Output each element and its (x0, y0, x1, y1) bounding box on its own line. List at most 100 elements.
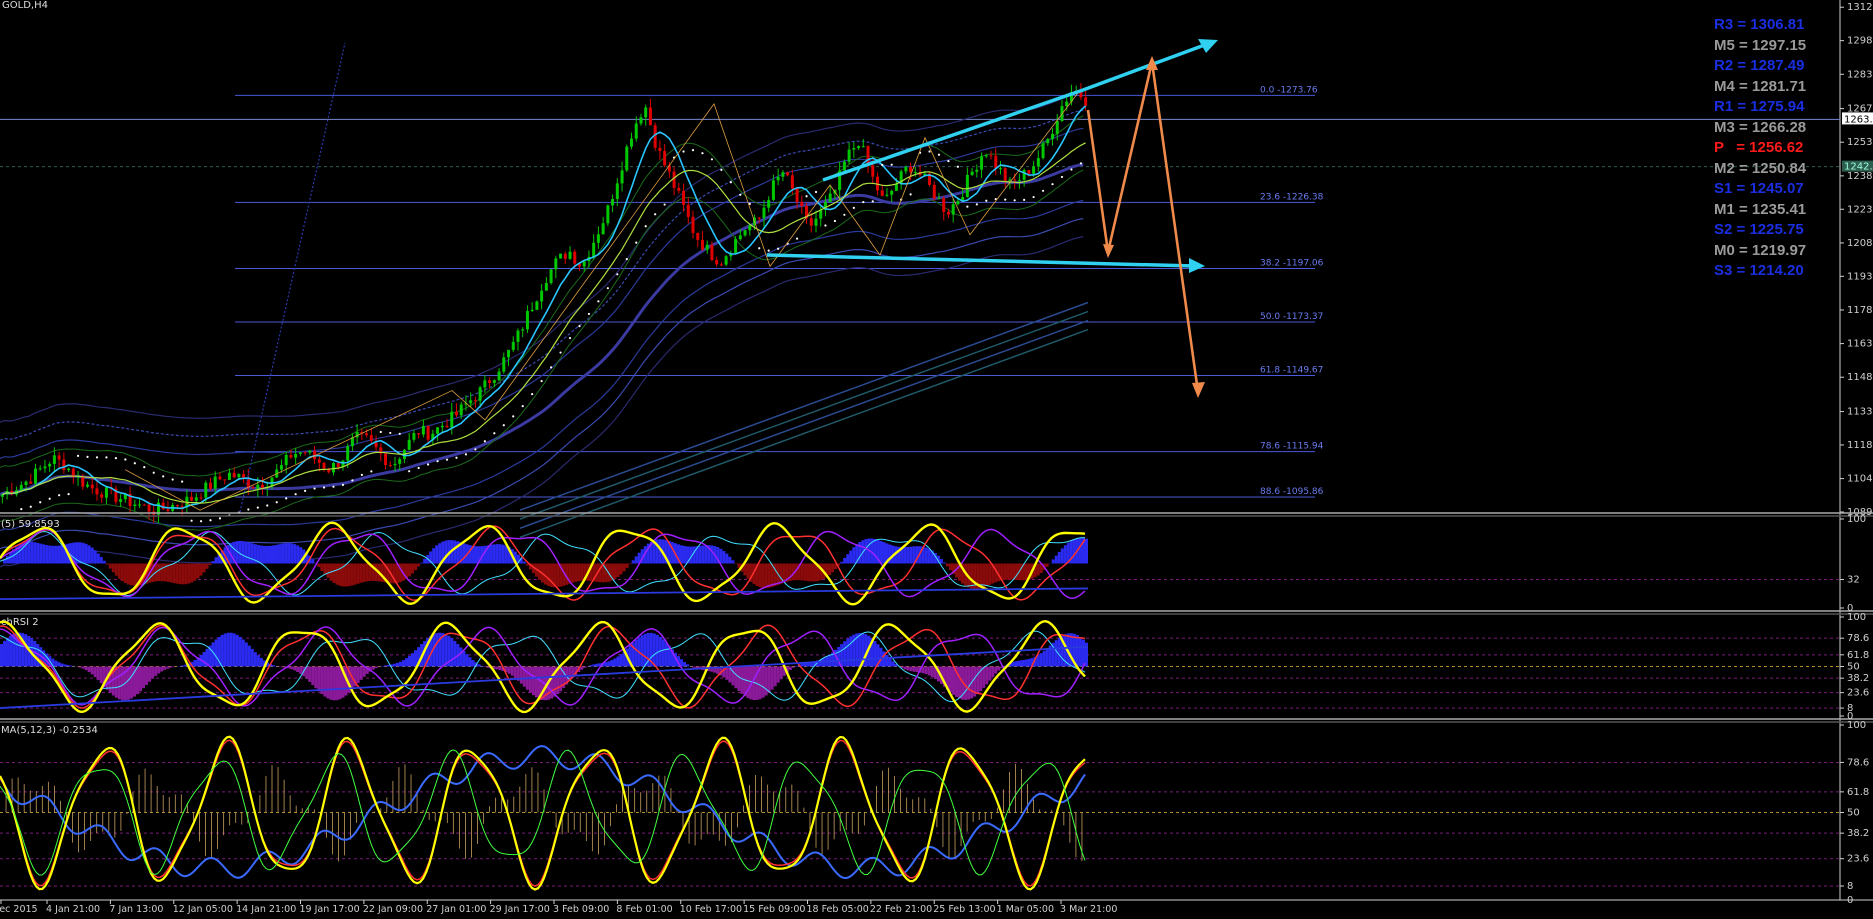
oscillator-tick-label: 100 (1847, 612, 1866, 623)
histogram-bar (221, 635, 224, 667)
histogram-bar (317, 667, 320, 692)
histogram-bar (296, 545, 299, 563)
histogram-bar (103, 561, 106, 564)
histogram-bar (45, 545, 48, 563)
histogram-bar (166, 667, 169, 669)
histogram-bar (580, 564, 583, 581)
histogram-bar (438, 543, 441, 563)
histogram-bar (100, 557, 103, 563)
candle-body (597, 234, 600, 242)
time-tick-label: 12 Jan 05:00 (173, 904, 233, 915)
histogram-bar (245, 642, 248, 666)
histogram-bar (801, 564, 804, 581)
long-term-channel-line (520, 303, 1088, 511)
histogram-bar (1079, 538, 1082, 564)
histogram-bar (462, 543, 465, 563)
histogram-bar (532, 667, 535, 696)
sar-dot (446, 459, 448, 461)
histogram-bar (148, 667, 151, 682)
sar-dot (578, 325, 580, 327)
histogram-bar (641, 635, 644, 666)
candle-body (166, 509, 169, 511)
time-tick-label: 15 Feb 09:00 (743, 904, 805, 915)
histogram-bar (550, 667, 553, 699)
price-tick-label: 1104.0 (1847, 474, 1873, 485)
candle-body (606, 205, 609, 223)
histogram-bar (620, 564, 623, 575)
sar-dot (30, 506, 32, 508)
histogram-bar (982, 564, 985, 588)
pivot-level-label: S1 = 1245.07 (1714, 179, 1804, 199)
histogram-bar (680, 545, 683, 563)
candle-body (602, 223, 605, 234)
candle-body (507, 350, 510, 357)
sar-dot (399, 433, 401, 435)
candle-body (365, 433, 368, 435)
histogram-bar (704, 545, 707, 563)
candle-body (881, 190, 884, 195)
candle-body (644, 107, 647, 117)
candle-body (218, 477, 221, 480)
candle-body (516, 331, 519, 342)
histogram-bar (928, 549, 931, 564)
histogram-bar (30, 542, 33, 564)
time-tick-label: 27 Jan 01:00 (426, 904, 486, 915)
pivot-level-label: R2 = 1287.49 (1714, 56, 1805, 76)
histogram-bar (474, 546, 477, 563)
histogram-bar (357, 564, 360, 584)
pivot-level-label: M0 = 1219.97 (1714, 241, 1806, 261)
histogram-bar (281, 667, 284, 668)
histogram-bar (257, 655, 260, 666)
sar-dot (824, 224, 826, 226)
candle-body (512, 342, 515, 350)
histogram-bar (529, 667, 532, 693)
histogram-bar (360, 667, 363, 680)
candle-body (550, 269, 553, 283)
histogram-bar (547, 564, 550, 587)
histogram-bar (311, 667, 314, 686)
histogram-bar (623, 564, 626, 572)
candle-body (20, 485, 23, 490)
sar-dot (938, 154, 940, 156)
candle-body (649, 107, 652, 125)
sar-dot (758, 247, 760, 249)
histogram-bar (768, 564, 771, 588)
sar-dot (323, 486, 325, 488)
histogram-bar (248, 542, 251, 563)
histogram-bar (629, 564, 632, 565)
candle-body (398, 459, 401, 464)
candle-body (228, 473, 231, 480)
histogram-bar (607, 661, 610, 666)
trading-chart[interactable]: 1312.81298.01283.11267.91253.01238.11223… (0, 0, 1873, 915)
histogram-bar (109, 564, 112, 569)
histogram-bar (886, 655, 889, 667)
histogram-bar (193, 660, 196, 667)
candle-body (682, 191, 685, 205)
histogram-bar (840, 644, 843, 666)
histogram-bar (1052, 559, 1055, 563)
candle-body (256, 485, 259, 489)
histogram-bar (683, 546, 686, 564)
candle-body (545, 283, 548, 291)
histogram-bar (910, 547, 913, 564)
histogram-bar (656, 635, 659, 667)
histogram-bar (151, 667, 154, 679)
sar-dot (531, 393, 533, 395)
chart-canvas[interactable]: 1312.81298.01283.11267.91253.01238.11223… (0, 0, 1873, 915)
candle-body (346, 446, 349, 460)
histogram-bar (916, 667, 919, 673)
sar-dot (1080, 162, 1082, 164)
histogram-bar (952, 667, 955, 695)
candle-body (1042, 143, 1045, 158)
sar-dot (711, 158, 713, 160)
time-tick-label: 3 Mar 21:00 (1060, 904, 1117, 915)
candle-body (318, 459, 321, 463)
histogram-bar (178, 564, 181, 585)
histogram-bar (236, 635, 239, 667)
histogram-bar (889, 658, 892, 666)
candle-body (214, 477, 217, 489)
histogram-bar (224, 633, 227, 666)
histogram-bar (828, 564, 831, 576)
candle-body (1023, 170, 1026, 180)
histogram-bar (502, 545, 505, 564)
